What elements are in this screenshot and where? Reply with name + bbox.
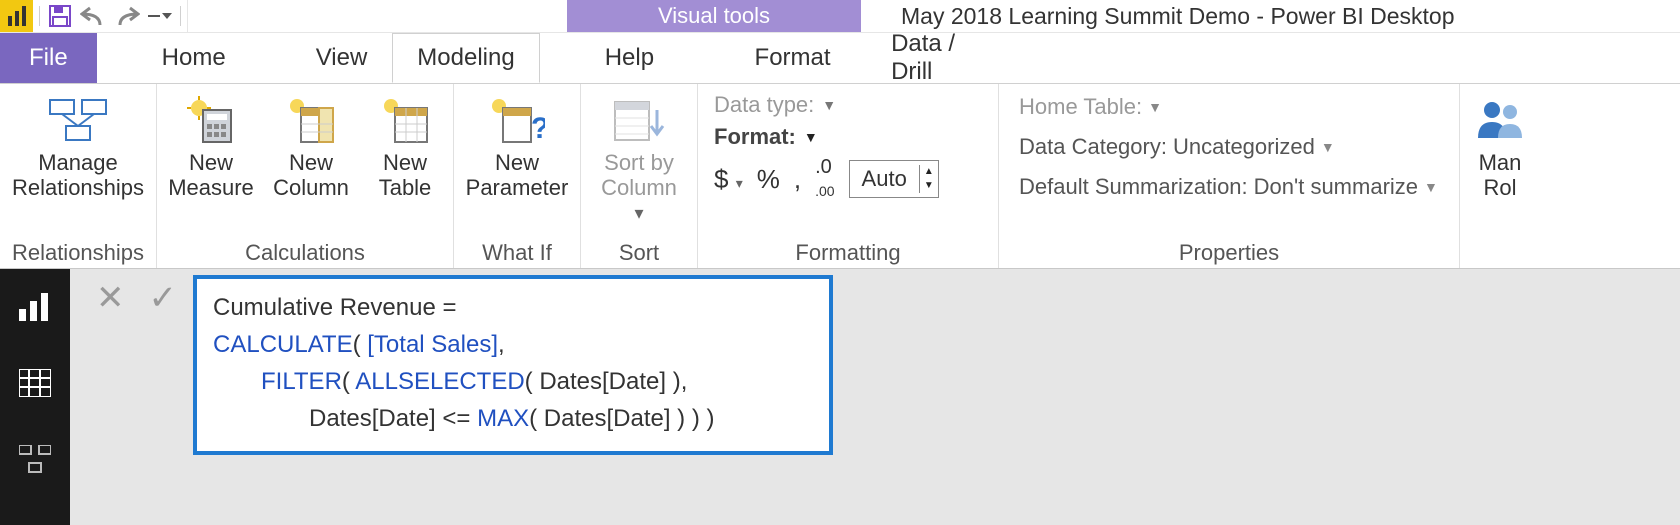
view-switcher: [0, 269, 70, 525]
group-label-formatting: Formatting: [698, 238, 998, 268]
ribbon-tabs: File Home View Modeling Help Format Data…: [0, 33, 1680, 83]
group-security: Man Rol: [1460, 84, 1540, 268]
spin-up-icon[interactable]: ▲: [920, 165, 938, 179]
measure-icon: [187, 92, 235, 148]
ribbon: Manage Relationships Relationships New M…: [0, 83, 1680, 269]
column-icon: [287, 92, 335, 148]
redo-icon[interactable]: [114, 5, 140, 27]
undo-icon[interactable]: [80, 5, 106, 27]
sort-by-column-button[interactable]: Sort by Column ▾: [589, 90, 689, 223]
table-icon: [381, 92, 429, 148]
formula-bar: ✕ ✓ Cumulative Revenue = CALCULATE( [Tot…: [80, 275, 1680, 455]
group-whatif: ? New Parameter What If: [454, 84, 581, 268]
tab-format[interactable]: Format: [719, 33, 866, 83]
contextual-tab-caption: Visual tools: [567, 0, 861, 32]
cancel-formula-icon[interactable]: ✕: [96, 281, 125, 315]
group-sort: Sort by Column ▾ Sort: [581, 84, 698, 268]
data-category-dropdown[interactable]: Data Category: Uncategorized ▼: [1019, 134, 1439, 160]
tab-modeling[interactable]: Modeling: [392, 33, 539, 83]
save-icon[interactable]: [48, 4, 72, 28]
tab-view[interactable]: View: [291, 33, 393, 83]
data-type-dropdown[interactable]: Data type:▼: [714, 92, 982, 118]
default-summarization-dropdown[interactable]: Default Summarization: Don't summarize ▼: [1019, 174, 1439, 200]
report-view-icon[interactable]: [17, 289, 53, 325]
currency-button[interactable]: $ ▾: [714, 164, 743, 195]
decimal-places-spinner[interactable]: Auto ▲▼: [849, 160, 939, 198]
new-table-button[interactable]: New Table: [365, 90, 445, 201]
tab-data-drill[interactable]: Data / Drill: [866, 33, 1013, 83]
model-view-icon[interactable]: [17, 441, 53, 477]
group-properties: Home Table:▼ Data Category: Uncategorize…: [999, 84, 1460, 268]
tab-file[interactable]: File: [0, 33, 97, 83]
parameter-icon: ?: [489, 92, 545, 148]
tab-home[interactable]: Home: [137, 33, 251, 83]
group-label-properties: Properties: [999, 238, 1459, 268]
percent-button[interactable]: %: [757, 164, 780, 195]
sort-icon: [613, 92, 665, 148]
manage-relationships-button[interactable]: Manage Relationships: [8, 90, 148, 201]
tab-help[interactable]: Help: [580, 33, 679, 83]
chevron-down-icon: ▾: [634, 203, 643, 224]
thousands-button[interactable]: ,: [794, 164, 801, 195]
chevron-down-icon: ▼: [804, 129, 818, 145]
group-label-relationships: Relationships: [0, 238, 156, 268]
roles-icon: [1476, 92, 1524, 148]
formula-editor[interactable]: Cumulative Revenue = CALCULATE( [Total S…: [193, 275, 833, 455]
chevron-down-icon: ▼: [1148, 99, 1162, 115]
group-calculations: New Measure New Column New Table Calcula…: [157, 84, 454, 268]
quick-access-toolbar: [33, 0, 188, 32]
manage-roles-button[interactable]: Man Rol: [1465, 90, 1535, 201]
decimal-icon[interactable]: .0.00: [815, 156, 834, 202]
group-relationships: Manage Relationships Relationships: [0, 84, 157, 268]
manage-relationships-label: Manage Relationships: [12, 150, 144, 201]
contextual-tabs: Format Data / Drill: [719, 33, 1013, 83]
app-logo-icon: [0, 0, 33, 32]
relationships-icon: [48, 92, 108, 148]
data-view-icon[interactable]: [17, 365, 53, 401]
new-column-button[interactable]: New Column: [265, 90, 357, 201]
home-table-dropdown[interactable]: Home Table:▼: [1019, 94, 1439, 120]
commit-formula-icon[interactable]: ✓: [149, 281, 178, 315]
spin-down-icon[interactable]: ▼: [920, 179, 938, 193]
group-label-calculations: Calculations: [157, 238, 453, 268]
chevron-down-icon: ▼: [1424, 179, 1438, 195]
canvas-area: ✕ ✓ Cumulative Revenue = CALCULATE( [Tot…: [70, 269, 1680, 525]
customize-qat-icon[interactable]: [148, 13, 172, 19]
group-label-sort: Sort: [581, 238, 697, 268]
svg-text:?: ?: [531, 112, 545, 144]
group-label-whatif: What If: [454, 238, 580, 268]
chevron-down-icon: ▼: [822, 97, 836, 113]
group-formatting: Data type:▼ Format:▼ $ ▾ % , .0.00 Auto …: [698, 84, 999, 268]
new-measure-button[interactable]: New Measure: [165, 90, 257, 201]
title-bar: Visual tools May 2018 Learning Summit De…: [0, 0, 1680, 33]
chevron-down-icon: ▼: [1321, 139, 1335, 155]
workspace: ✕ ✓ Cumulative Revenue = CALCULATE( [Tot…: [0, 269, 1680, 525]
new-parameter-button[interactable]: ? New Parameter: [462, 90, 572, 201]
document-title: May 2018 Learning Summit Demo - Power BI…: [861, 0, 1680, 32]
format-dropdown[interactable]: Format:▼: [714, 124, 982, 150]
